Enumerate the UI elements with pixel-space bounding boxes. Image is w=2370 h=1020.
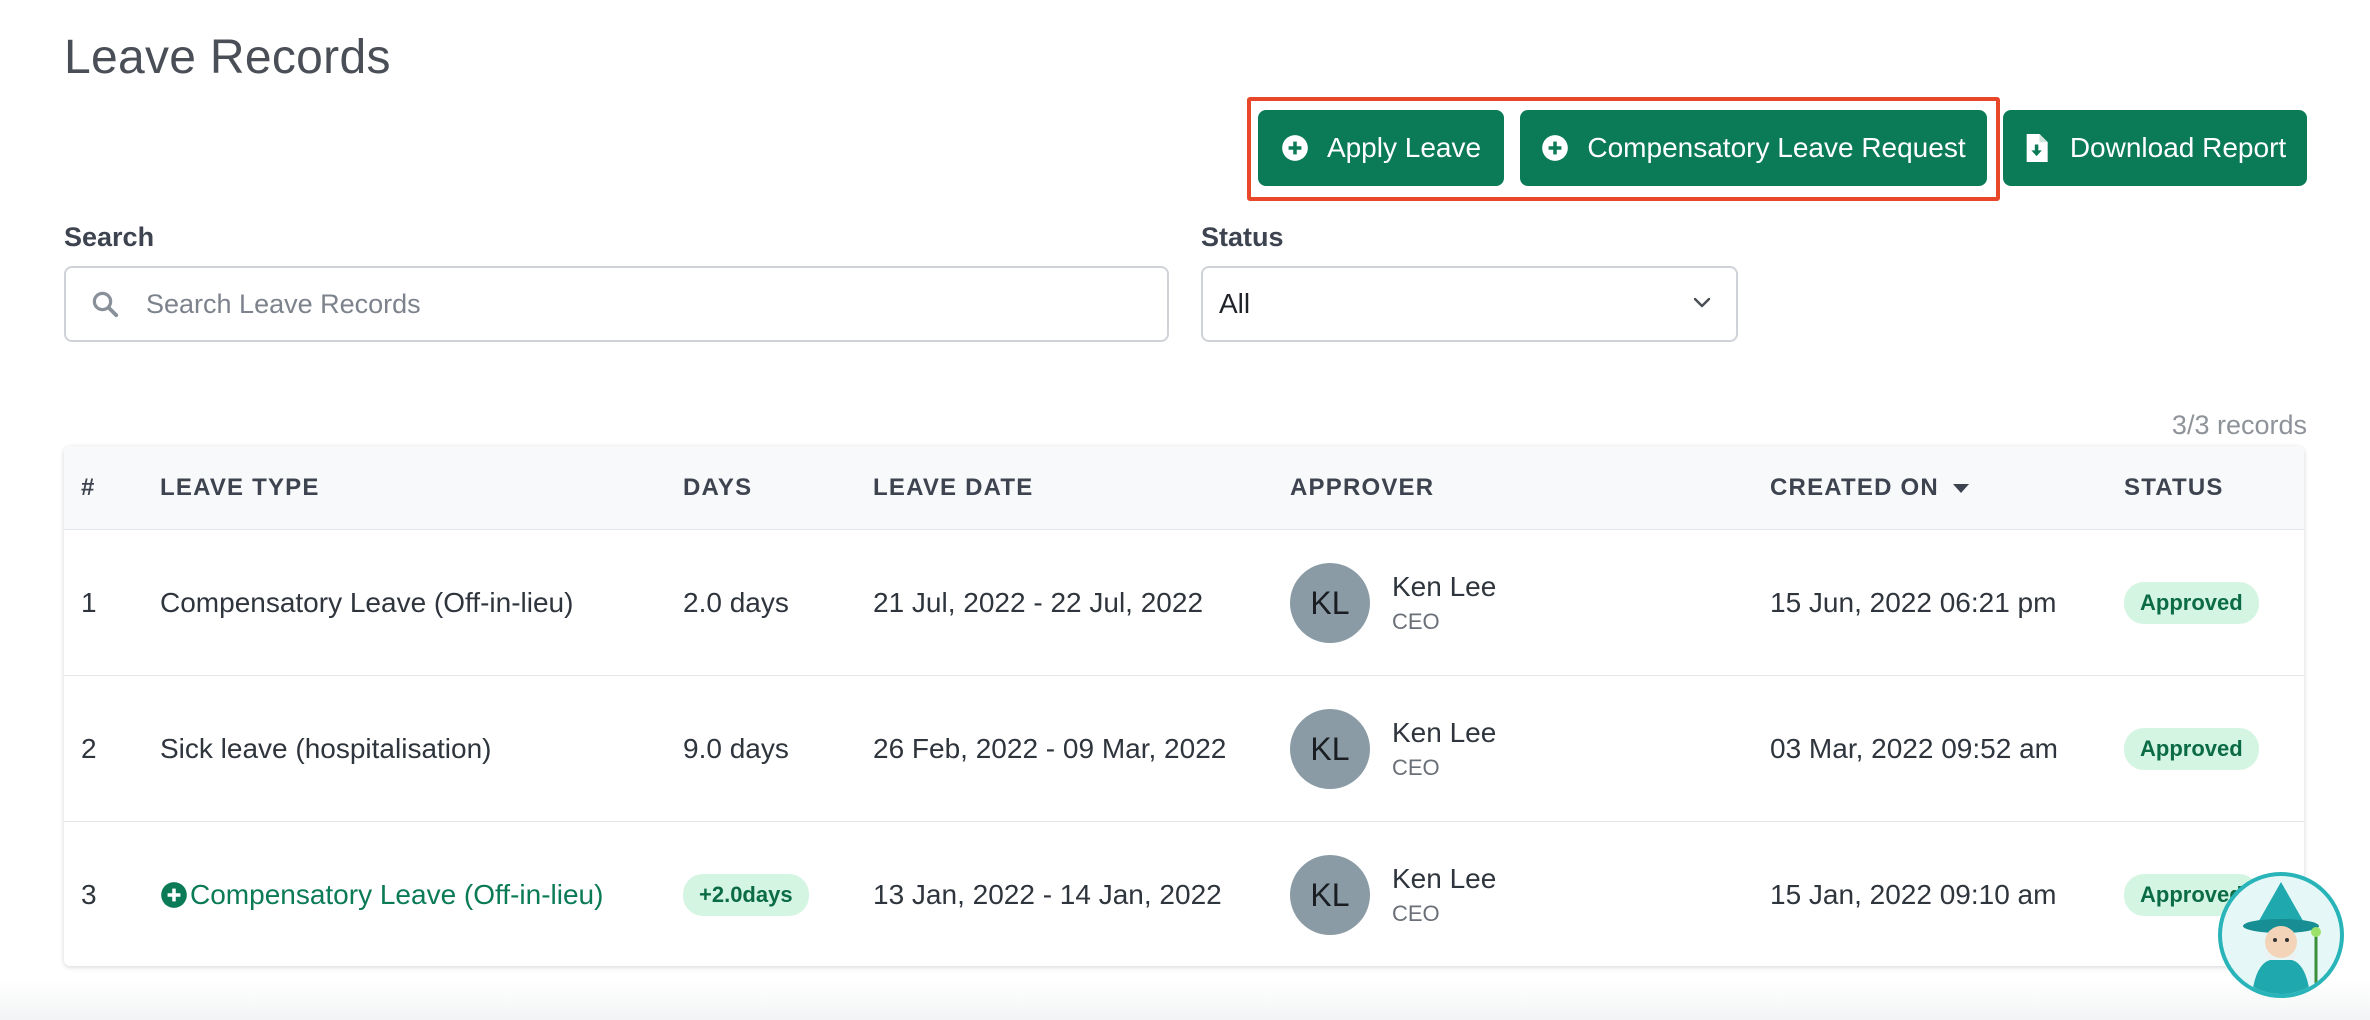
file-download-icon	[2024, 134, 2052, 162]
status-label: Status	[1201, 222, 1284, 252]
row-leave-type-link[interactable]: Compensatory Leave (Off-in-lieu)	[160, 822, 603, 966]
header-created-on-label: CREATED ON	[1770, 474, 1939, 501]
records-count: 3/3 records	[2171, 410, 2307, 440]
approver-info: Ken Lee CEO	[1392, 571, 1496, 635]
approver-role: CEO	[1392, 609, 1440, 634]
apply-leave-label: Apply Leave	[1326, 132, 1482, 163]
approver-name: Ken Lee	[1392, 571, 1497, 602]
row-leave-type: Sick leave (hospitalisation)	[160, 733, 492, 764]
status-badge: Approved	[2124, 728, 2259, 770]
row-num: 1	[81, 587, 97, 618]
row-days: 2.0 days	[683, 587, 789, 618]
approver-name: Ken Lee	[1392, 863, 1497, 894]
header-days: DAYS	[683, 474, 753, 501]
leave-records-table: # LEAVE TYPE DAYS LEAVE DATE APPROVER CR…	[64, 446, 2304, 966]
avatar: KL	[1290, 709, 1370, 789]
row-leave-date: 13 Jan, 2022 - 14 Jan, 2022	[873, 879, 1222, 910]
avatar: KL	[1290, 563, 1370, 643]
row-leave-type: Compensatory Leave (Off-in-lieu)	[160, 587, 574, 618]
status-badge: Approved	[2124, 582, 2259, 624]
row-created-on: 15 Jun, 2022 06:21 pm	[1770, 587, 2057, 618]
status-select[interactable]: All	[1201, 266, 1738, 342]
row-approver: KL Ken Lee CEO	[1290, 676, 1496, 822]
days-badge: +2.0days	[683, 874, 809, 916]
approver-role: CEO	[1392, 755, 1440, 780]
approver-role: CEO	[1392, 901, 1440, 926]
row-approver: KL Ken Lee CEO	[1290, 530, 1496, 676]
approver-name: Ken Lee	[1392, 717, 1497, 748]
row-leave-date: 26 Feb, 2022 - 09 Mar, 2022	[873, 733, 1227, 764]
approver-info: Ken Lee CEO	[1392, 863, 1496, 927]
row-days: 9.0 days	[683, 733, 789, 764]
header-leave-date: LEAVE DATE	[873, 474, 1034, 501]
table-row[interactable]: 3 Compensatory Leave (Off-in-lieu) +2.0d…	[64, 822, 2304, 966]
wizard-assistant-icon[interactable]	[2218, 872, 2344, 998]
row-created-on: 15 Jan, 2022 09:10 am	[1770, 879, 2057, 910]
search-label: Search	[64, 222, 155, 252]
header-num: #	[81, 474, 96, 501]
header-leave-type: LEAVE TYPE	[160, 474, 320, 501]
table-row[interactable]: 1 Compensatory Leave (Off-in-lieu) 2.0 d…	[64, 530, 2304, 676]
compensatory-leave-request-label: Compensatory Leave Request	[1587, 132, 1966, 163]
chevron-down-icon	[1690, 290, 1714, 319]
search-icon	[90, 289, 120, 319]
avatar: KL	[1290, 855, 1370, 935]
status-selected-value: All	[1219, 288, 1251, 319]
caret-down-icon	[1952, 483, 1969, 493]
row-leave-date: 21 Jul, 2022 - 22 Jul, 2022	[873, 587, 1204, 618]
bottom-shade	[0, 980, 2370, 1020]
compensatory-leave-request-button[interactable]: Compensatory Leave Request	[1520, 110, 1987, 186]
header-approver: APPROVER	[1290, 474, 1435, 501]
apply-leave-button[interactable]: Apply Leave	[1258, 110, 1504, 186]
row-num: 3	[81, 879, 97, 910]
row-status: Approved	[2124, 676, 2259, 822]
row-status: Approved	[2124, 530, 2259, 676]
plus-circle-icon	[160, 881, 188, 909]
row-created-on: 03 Mar, 2022 09:52 am	[1770, 733, 2058, 764]
header-status: STATUS	[2124, 474, 2224, 501]
search-input[interactable]	[146, 269, 1167, 339]
approver-info: Ken Lee CEO	[1392, 717, 1496, 781]
page-title: Leave Records	[64, 31, 391, 84]
row-days: +2.0days	[683, 822, 809, 966]
table-row[interactable]: 2 Sick leave (hospitalisation) 9.0 days …	[64, 676, 2304, 822]
header-created-on[interactable]: CREATED ON	[1770, 446, 1969, 530]
row-leave-type: Compensatory Leave (Off-in-lieu)	[190, 879, 604, 910]
plus-circle-icon	[1281, 134, 1309, 162]
search-field[interactable]	[64, 266, 1169, 342]
plus-circle-icon	[1541, 134, 1569, 162]
download-report-label: Download Report	[2069, 132, 2287, 163]
row-num: 2	[81, 733, 97, 764]
download-report-button[interactable]: Download Report	[2003, 110, 2307, 186]
row-approver: KL Ken Lee CEO	[1290, 822, 1496, 966]
table-header: # LEAVE TYPE DAYS LEAVE DATE APPROVER CR…	[64, 446, 2304, 530]
